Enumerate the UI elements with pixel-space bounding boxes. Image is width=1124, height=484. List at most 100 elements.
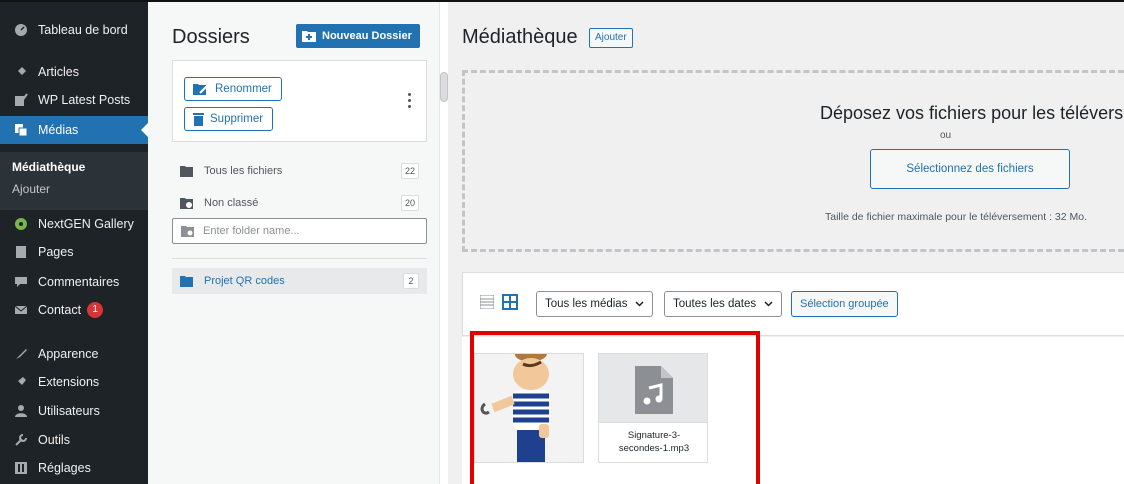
more-options-icon[interactable] [408,93,412,109]
sidebar-item-nextgen-gallery[interactable]: NextGEN Gallery [0,210,148,238]
file-name: Signature-3- secondes-1.mp3 [599,422,707,462]
folder-info-icon [180,197,193,209]
new-folder-label: Nouveau Dossier [322,30,412,42]
media-type-value: Tous les médias [545,298,628,310]
comment-icon [15,277,27,287]
new-folder-button[interactable]: Nouveau Dossier [296,24,420,48]
media-item-image[interactable] [474,353,584,463]
folder-count: 22 [400,163,419,179]
users-icon [15,405,27,417]
trash-icon [193,113,204,126]
folder-edit-icon [193,83,209,95]
sidebar-item-label: Outils [38,433,70,447]
grid-view-icon[interactable] [502,294,518,310]
sidebar-item-label: Médias [38,123,79,137]
submenu-ajouter[interactable]: Ajouter [12,182,50,196]
media-icon [15,124,28,137]
settings-icon [15,462,27,474]
date-filter-value: Toutes les dates [673,298,757,310]
sidebar-item-medias[interactable]: Médias [0,116,148,144]
sidebar-item-label: Apparence [38,347,99,361]
sidebar-item-extensions[interactable]: Extensions [0,368,148,396]
sidebar-item-label: Commentaires [38,275,120,289]
folder-icon [180,275,193,287]
folder-count: 2 [403,273,419,289]
pirate-character-image [475,354,583,462]
folder-icon [180,165,193,177]
media-grid: Signature-3- secondes-1.mp3 [462,331,1124,484]
media-toolbar: Tous les médias Toutes les dates Sélecti… [462,272,1124,336]
mail-icon [14,305,28,314]
admin-sidebar: Tableau de bord Articles WP Latest Posts… [0,2,148,484]
media-type-filter[interactable]: Tous les médias [536,291,654,317]
folder-name-input[interactable]: Enter folder name... [172,218,427,244]
dashboard-icon [15,24,27,36]
folder-actions-card: Renommer Supprimer [172,60,427,142]
sidebar-item-label: Réglages [38,461,91,475]
gallery-icon [15,218,27,230]
rename-button[interactable]: Renommer [184,77,282,101]
folders-panel: Dossiers Nouveau Dossier Renommer Suppri… [148,2,440,484]
folder-label: Non classé [204,197,259,209]
upload-dropzone[interactable]: Déposez vos fichiers pour les téléverser… [462,70,1124,252]
sidebar-item-outils[interactable]: Outils [0,426,148,454]
pin-icon [16,67,26,77]
folder-search-icon [181,225,194,237]
chevron-down-icon [635,301,644,307]
rename-label: Renommer [215,83,272,95]
wrench-icon [15,434,27,446]
max-upload-size: Taille de fichier maximale pour le télév… [825,211,1088,223]
delete-button[interactable]: Supprimer [184,107,274,131]
sidebar-item-label: Tableau de bord [38,23,128,37]
folder-label: Tous les fichiers [204,165,283,177]
sidebar-item-label: Contact [38,303,82,317]
bulk-select-button[interactable]: Sélection groupée [791,291,898,317]
dropzone-or: ou [940,130,952,141]
wordpress-media-screen: Tableau de bord Articles WP Latest Posts… [0,0,1124,484]
sidebar-item-label: Extensions [38,375,100,389]
folder-row-uncategorized[interactable]: Non classé 20 [172,192,427,214]
submenu-mediatheque[interactable]: Médiathèque [12,160,85,174]
dropzone-title: Déposez vos fichiers pour les téléverser [820,103,1124,123]
file-name-line2: secondes-1.mp3 [618,443,690,454]
sidebar-item-apparence[interactable]: Apparence [0,340,148,368]
sidebar-item-contact[interactable]: Contact 1 [0,296,148,324]
sidebar-item-label: Utilisateurs [38,404,100,418]
sidebar-item-articles[interactable]: Articles [0,58,148,86]
sidebar-item-wp-latest-posts[interactable]: WP Latest Posts [0,86,148,114]
page-title: Médiathèque [462,26,578,48]
file-name-line1: Signature-3- [627,430,681,441]
sidebar-item-label: WP Latest Posts [38,93,131,107]
folder-plus-icon [302,31,316,42]
sidebar-item-utilisateurs[interactable]: Utilisateurs [0,397,148,425]
sidebar-item-label: NextGEN Gallery [38,217,134,231]
sidebar-item-label: Pages [38,245,74,259]
sidebar-item-commentaires[interactable]: Commentaires [0,268,148,296]
divider [172,258,427,259]
plugin-icon [16,377,26,387]
sidebar-item-label: Articles [38,65,79,79]
sidebar-item-dashboard[interactable]: Tableau de bord [0,16,148,44]
media-item-audio[interactable]: Signature-3- secondes-1.mp3 [598,353,708,463]
page-icon [16,246,26,258]
folder-count: 20 [400,195,419,211]
folders-title: Dossiers [172,26,250,48]
edit-icon [15,93,28,106]
delete-label: Supprimer [210,113,264,125]
sidebar-item-pages[interactable]: Pages [0,238,148,266]
chevron-down-icon [764,301,773,307]
notification-badge: 1 [87,302,104,318]
brush-icon [16,349,27,359]
folder-row-all-files[interactable]: Tous les fichiers 22 [172,160,427,182]
folder-label: Projet QR codes [204,275,285,287]
add-media-button[interactable]: Ajouter [589,28,633,48]
select-files-button[interactable]: Sélectionnez des fichiers [870,149,1070,189]
audio-file-icon [635,366,673,414]
sidebar-item-reglages[interactable]: Réglages [0,454,148,482]
folder-row-project[interactable]: Projet QR codes 2 [172,268,427,294]
list-view-icon[interactable] [480,295,494,309]
folder-input-placeholder: Enter folder name... [203,225,300,237]
media-library: Médiathèque Ajouter Déposez vos fichiers… [448,2,1124,484]
date-filter[interactable]: Toutes les dates [664,291,783,317]
panel-resize-handle[interactable] [440,72,448,102]
